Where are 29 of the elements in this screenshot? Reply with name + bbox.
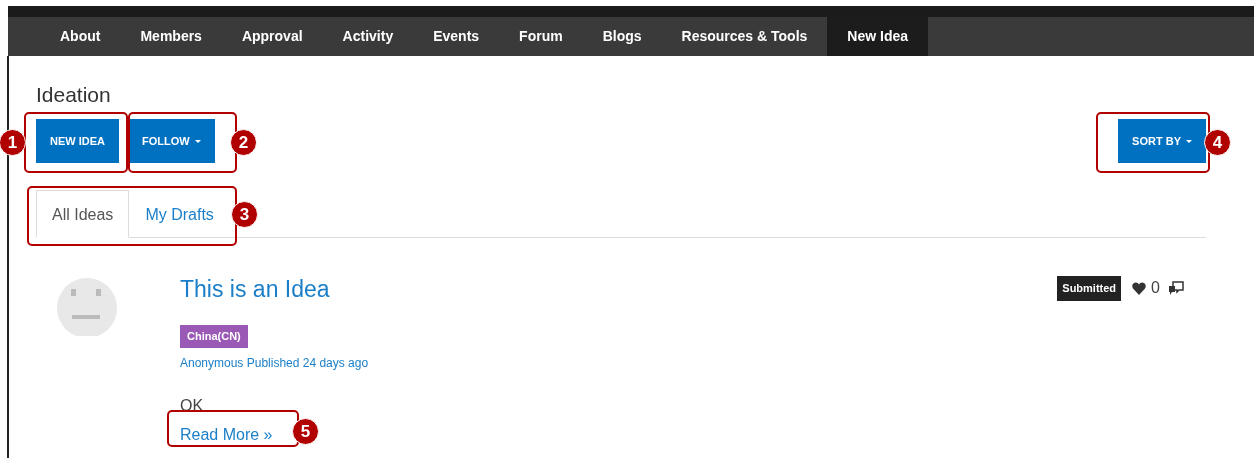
nav-link[interactable]: Blogs [582, 17, 662, 56]
heart-icon[interactable] [1132, 281, 1147, 295]
tab[interactable]: My Drafts [129, 190, 230, 238]
nav-link[interactable]: Events [413, 17, 500, 56]
author-meta: Anonymous Published 24 days ago [180, 354, 370, 372]
category-tag: China(CN) [180, 325, 248, 348]
nav-link[interactable]: About [40, 17, 121, 56]
nav-link[interactable]: Activity [322, 17, 414, 56]
page-title: Ideation [36, 84, 112, 105]
idea-title-link[interactable]: This is an Idea [180, 278, 330, 301]
callout-number: 1 [0, 129, 26, 156]
like-count: 0 [1151, 278, 1160, 299]
tab[interactable]: All Ideas [36, 190, 130, 238]
read-more-link[interactable]: Read More » [180, 425, 273, 443]
callout-number: 4 [1204, 129, 1231, 156]
callout-number: 3 [231, 201, 258, 228]
nav-link[interactable]: Resources & Tools [661, 17, 828, 56]
sort-by-button[interactable]: SORT BY [1118, 119, 1206, 163]
callout-number: 2 [230, 129, 257, 156]
avatar-icon [56, 278, 118, 336]
status-label: Submitted [1057, 276, 1122, 301]
follow-button[interactable]: FOLLOW [128, 119, 215, 163]
comments-icon[interactable] [1168, 280, 1184, 296]
new-idea-button[interactable]: NEW IDEA [36, 119, 119, 163]
nav-link[interactable]: Approval [221, 17, 323, 56]
callout-number: 5 [292, 418, 319, 445]
nav-link[interactable]: New Idea [827, 17, 929, 56]
nav-link[interactable]: Forum [499, 17, 583, 56]
nav-link[interactable]: Members [120, 17, 222, 56]
